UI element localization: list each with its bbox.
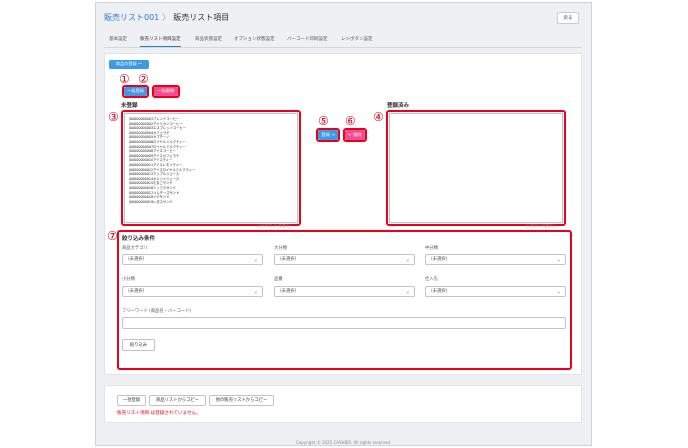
copy-from-other-list-button[interactable]: 他の販売リストからコピー xyxy=(209,395,274,406)
breadcrumb-link[interactable]: 販売リスト001 xyxy=(104,13,159,22)
registered-heading: 登録済み xyxy=(387,103,410,109)
add-transfer-button[interactable]: 登録 → xyxy=(318,130,338,140)
annotation-6: ⑥ xyxy=(345,114,356,128)
filter-select-category-value: (未選択) xyxy=(128,257,145,262)
tab-bar: 基本設定 販売リスト項目設定 商品状態設定 オプション状態設定 バーコード印刷設… xyxy=(104,33,582,48)
annotation-4: ④ xyxy=(373,110,384,124)
bulk-register-button[interactable]: 一括登録 xyxy=(124,87,147,96)
error-message: 販売リスト項目 は登録されていません。 xyxy=(117,411,201,416)
copy-from-product-list-button[interactable]: 商品リストからコピー xyxy=(149,395,206,406)
product-register-dropdown[interactable]: 商品の登録 ～ xyxy=(109,60,149,69)
tab-register-buttons[interactable]: レジボタン設定 xyxy=(341,36,373,42)
filter-label-large: 大分類 xyxy=(274,246,287,251)
page-title: 販売リスト項目 xyxy=(173,13,230,22)
page-header: 販売リスト001 〉販売リスト項目 xyxy=(104,12,229,23)
tab-product-status[interactable]: 商品状態設定 xyxy=(195,36,222,42)
tab-option-status[interactable]: オプション状態設定 xyxy=(234,36,275,42)
filter-label-category: 商品カテゴリ xyxy=(122,246,148,251)
annotation-5: ⑤ xyxy=(318,114,329,128)
filter-submit-button[interactable]: 絞り込み xyxy=(122,339,155,351)
chevron-down-icon: ⌄ xyxy=(556,289,561,295)
chevron-down-icon: ⌄ xyxy=(556,257,561,263)
remove-transfer-button[interactable]: ← 削除 xyxy=(345,130,365,140)
filter-select-large-value: (未選択) xyxy=(280,257,297,262)
annotation-1: ① xyxy=(119,72,130,86)
freeword-label: フリーワード (商品名・バーコード) xyxy=(122,309,192,314)
filter-label-small: 小分類 xyxy=(122,277,135,282)
bottom-bulk-register-button[interactable]: 一括登録 xyxy=(117,395,146,406)
footer-copyright: Copyright © 2025 CASHIER. All rights res… xyxy=(296,440,392,445)
filter-label-medium: 中分類 xyxy=(425,246,438,251)
list-item[interactable]: J00000000019レタスサンド xyxy=(125,200,297,205)
chevron-down-icon: ⌄ xyxy=(405,289,410,295)
chevron-down-icon: ⌄ xyxy=(253,257,258,263)
filter-select-small-value: (未選択) xyxy=(128,289,145,294)
filter-select-small[interactable]: (未選択) ⌄ xyxy=(122,286,263,297)
tab-barcode-print[interactable]: バーコード印刷設定 xyxy=(287,36,328,42)
filter-select-medium-value: (未選択) xyxy=(431,257,448,262)
registered-listbox[interactable] xyxy=(389,113,563,223)
filter-select-large[interactable]: (未選択) ⌄ xyxy=(274,254,415,265)
filter-label-supplier: 仕入先 xyxy=(425,277,438,282)
unregistered-count: (19 件中 19 件表示) xyxy=(258,224,291,228)
annotation-2: ② xyxy=(138,72,149,86)
annotation-box-7 xyxy=(117,230,572,370)
filter-heading: 絞り込み条件 xyxy=(122,236,156,242)
tab-basic-settings[interactable]: 基本設定 xyxy=(109,36,127,42)
tab-sales-list-items[interactable]: 販売リスト項目設定 xyxy=(140,36,181,47)
filter-label-item-number: 品番 xyxy=(274,277,283,282)
chevron-down-icon: ⌄ xyxy=(253,289,258,295)
filter-select-item-number[interactable]: (未選択) ⌄ xyxy=(274,286,415,297)
filter-select-supplier[interactable]: (未選択) ⌄ xyxy=(425,286,566,297)
filter-select-medium[interactable]: (未選択) ⌄ xyxy=(425,254,566,265)
unregistered-listbox[interactable]: J00000000001ブレンドコーヒー J00000000002アメリカンコーヒ… xyxy=(124,113,298,223)
back-button[interactable]: 戻る xyxy=(557,12,579,24)
bulk-delete-button[interactable]: 一括削除 xyxy=(154,87,178,96)
filter-select-supplier-value: (未選択) xyxy=(431,289,448,294)
breadcrumb-separator: 〉 xyxy=(162,13,171,22)
chevron-down-icon: ⌄ xyxy=(405,257,410,263)
filter-select-category[interactable]: (未選択) ⌄ xyxy=(122,254,263,265)
filter-select-item-number-value: (未選択) xyxy=(280,289,297,294)
unregistered-heading: 未登録 xyxy=(121,103,138,109)
freeword-input[interactable] xyxy=(122,317,566,329)
annotation-3: ③ xyxy=(108,110,119,124)
registered-count: (0 件中 0 件表示) xyxy=(526,224,555,228)
